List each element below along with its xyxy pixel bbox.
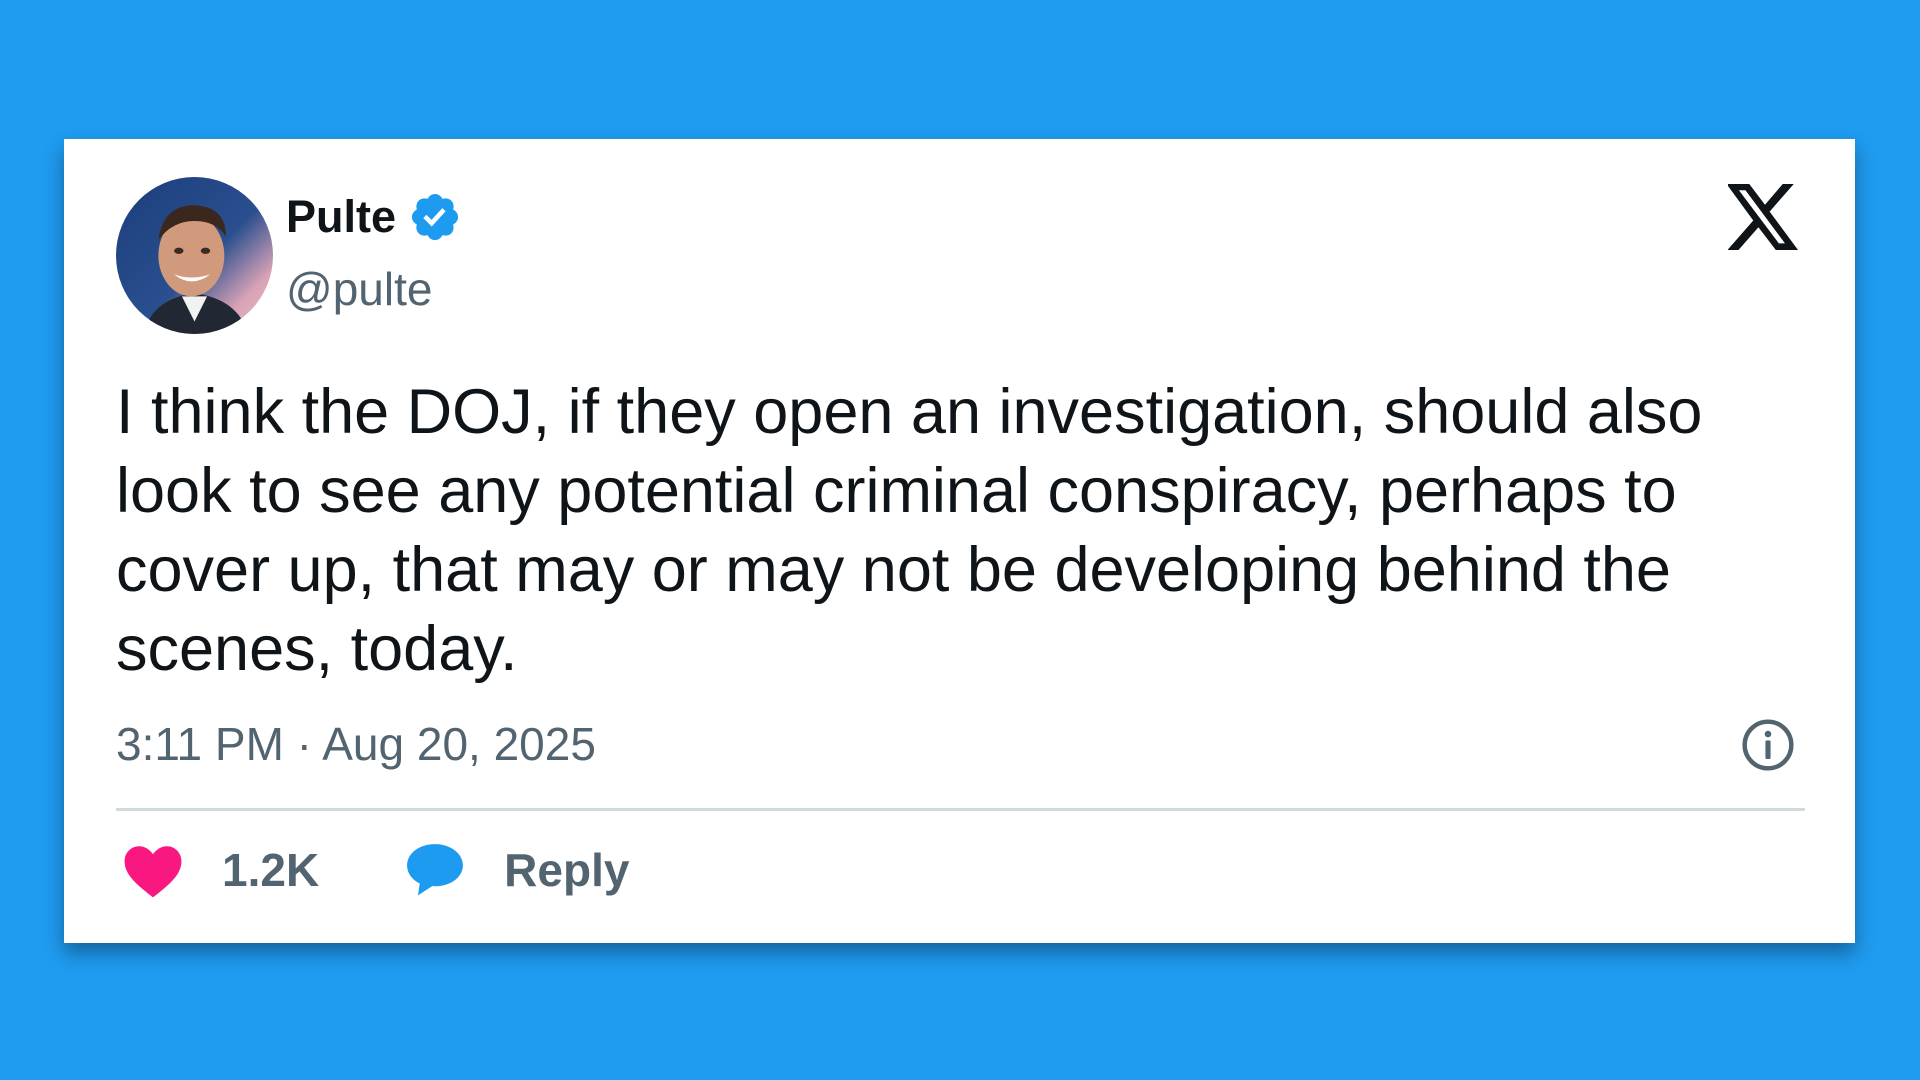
like-count: 1.2K (222, 844, 320, 896)
tweet-timestamp[interactable]: 3:11 PM · Aug 20, 2025 (116, 714, 596, 774)
author-avatar[interactable] (116, 177, 273, 334)
author-name-row: Pulte (286, 187, 462, 247)
verified-badge-icon (411, 193, 459, 241)
like-button[interactable]: 1.2K (122, 841, 319, 899)
tweet-actions: 1.2K Reply (122, 835, 629, 905)
speech-bubble-icon (407, 844, 464, 896)
tweet-card: Pulte @pulte I think the DOJ, if they op… (64, 139, 1855, 943)
author-handle[interactable]: @pulte (286, 261, 432, 317)
author-display-name[interactable]: Pulte (286, 187, 396, 247)
tweet-meta-row: 3:11 PM · Aug 20, 2025 (116, 714, 1805, 774)
tweet-text: I think the DOJ, if they open an investi… (116, 377, 1703, 684)
divider (116, 808, 1805, 811)
info-icon[interactable] (1740, 717, 1796, 773)
reply-button[interactable]: Reply (404, 841, 629, 899)
x-logo-icon[interactable] (1728, 183, 1800, 251)
heart-icon (124, 846, 182, 898)
avatar-image (116, 177, 273, 334)
reply-label: Reply (504, 844, 630, 896)
